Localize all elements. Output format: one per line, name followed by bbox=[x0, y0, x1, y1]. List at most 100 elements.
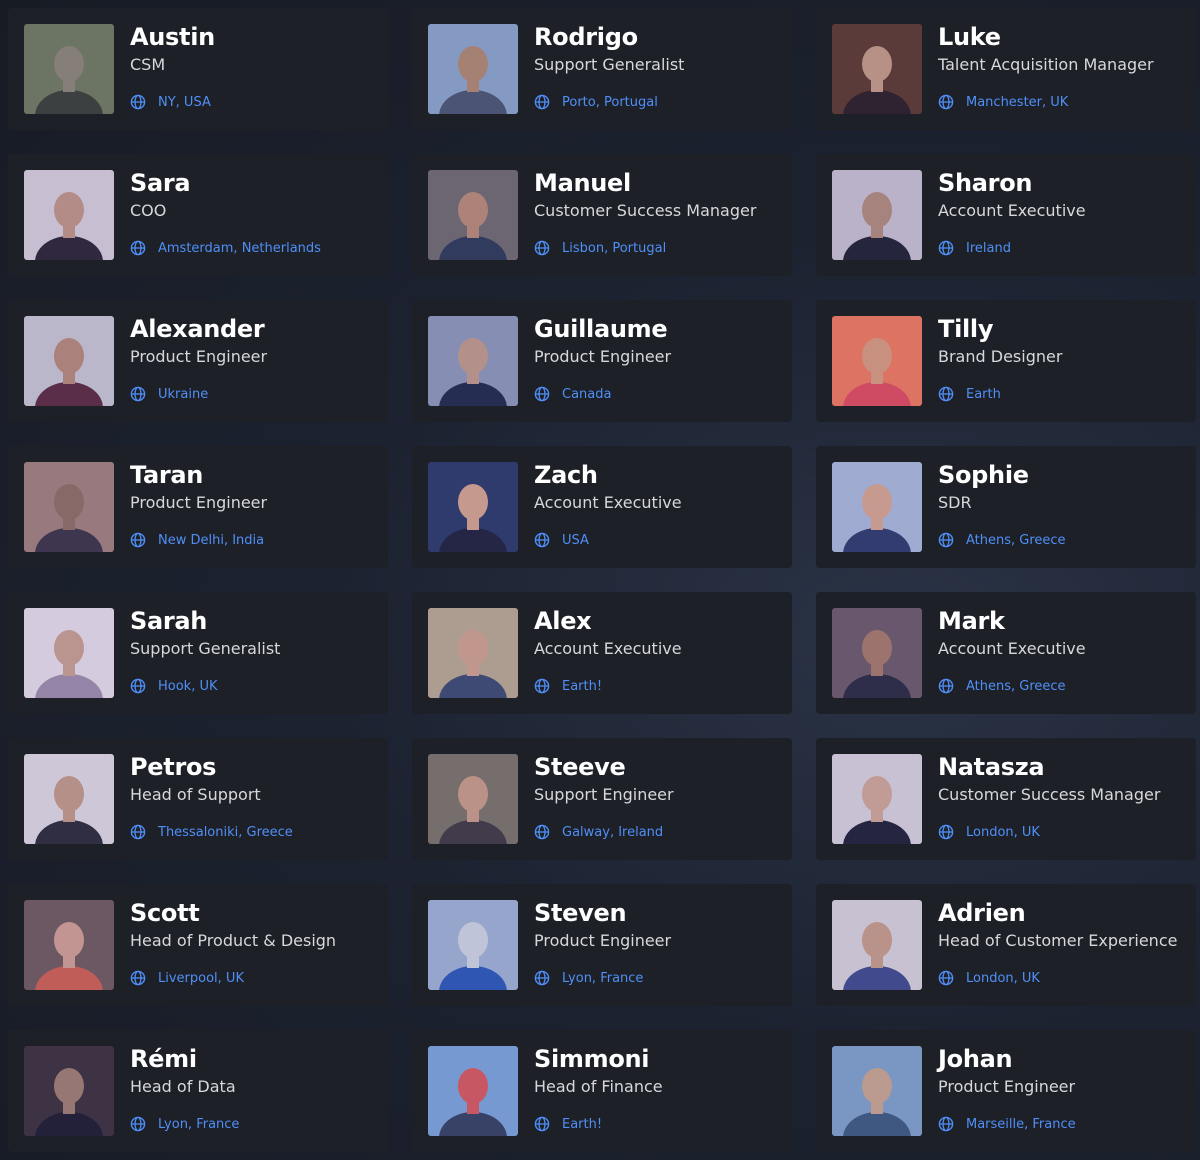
member-location: NY, USA bbox=[130, 94, 211, 110]
member-location-text: Hook, UK bbox=[158, 678, 218, 694]
member-location-text: Liverpool, UK bbox=[158, 970, 244, 986]
member-location: Manchester, UK bbox=[938, 94, 1068, 110]
member-location-text: London, UK bbox=[966, 824, 1040, 840]
member-location: Lyon, France bbox=[534, 970, 643, 986]
team-member-card: Scott Head of Product & Design Liverpool, … bbox=[8, 884, 388, 1006]
member-name: Sara bbox=[130, 169, 191, 197]
team-member-card: Alex Account Executive Earth! bbox=[412, 592, 792, 714]
member-location: Athens, Greece bbox=[938, 532, 1066, 548]
member-location: Lyon, France bbox=[130, 1116, 239, 1132]
member-location-text: Ireland bbox=[966, 240, 1011, 256]
member-role: Account Executive bbox=[534, 493, 682, 512]
member-location: Lisbon, Portugal bbox=[534, 240, 666, 256]
member-photo bbox=[24, 24, 114, 114]
globe-icon bbox=[534, 824, 550, 840]
globe-icon bbox=[534, 1116, 550, 1132]
member-location: Amsterdam, Netherlands bbox=[130, 240, 321, 256]
member-name: Alexander bbox=[130, 315, 265, 343]
member-location: Earth bbox=[938, 386, 1001, 402]
member-role: Head of Support bbox=[130, 785, 261, 804]
member-photo bbox=[24, 170, 114, 260]
globe-icon bbox=[938, 386, 954, 402]
team-member-card: Sara COO Amsterdam, Netherlands bbox=[8, 154, 388, 276]
member-role: Head of Data bbox=[130, 1077, 236, 1096]
member-role: Support Engineer bbox=[534, 785, 674, 804]
globe-icon bbox=[130, 386, 146, 402]
member-location-text: Marseille, France bbox=[966, 1116, 1076, 1132]
globe-icon bbox=[534, 386, 550, 402]
globe-icon bbox=[130, 824, 146, 840]
member-photo bbox=[24, 1046, 114, 1136]
member-location-text: Galway, Ireland bbox=[562, 824, 664, 840]
team-member-card: Rémi Head of Data Lyon, France bbox=[8, 1030, 388, 1152]
member-name: Steeve bbox=[534, 753, 626, 781]
member-photo bbox=[428, 316, 518, 406]
member-role: Product Engineer bbox=[938, 1077, 1076, 1096]
globe-icon bbox=[534, 970, 550, 986]
globe-icon bbox=[130, 970, 146, 986]
globe-icon bbox=[938, 824, 954, 840]
member-photo bbox=[832, 900, 922, 990]
member-location-text: Earth! bbox=[562, 678, 603, 694]
team-member-card: Sophie SDR Athens, Greece bbox=[816, 446, 1196, 568]
member-location: London, UK bbox=[938, 824, 1040, 840]
team-member-card: Steeve Support Engineer Galway, Ireland bbox=[412, 738, 792, 860]
member-photo bbox=[428, 754, 518, 844]
member-role: Account Executive bbox=[938, 639, 1086, 658]
team-member-card: Guillaume Product Engineer Canada bbox=[412, 300, 792, 422]
globe-icon bbox=[938, 532, 954, 548]
member-location-text: NY, USA bbox=[158, 94, 211, 110]
member-role: Product Engineer bbox=[130, 493, 268, 512]
member-name: Taran bbox=[130, 461, 204, 489]
member-location-text: New Delhi, India bbox=[158, 532, 265, 548]
member-name: Alex bbox=[534, 607, 592, 635]
member-location: USA bbox=[534, 532, 589, 548]
member-name: Mark bbox=[938, 607, 1005, 635]
member-location: Canada bbox=[534, 386, 611, 402]
team-member-card: Adrien Head of Customer Experience London,… bbox=[816, 884, 1196, 1006]
member-location-text: Porto, Portugal bbox=[562, 94, 658, 110]
member-photo bbox=[24, 462, 114, 552]
member-role: Head of Product & Design bbox=[130, 931, 337, 950]
member-location-text: Athens, Greece bbox=[966, 532, 1066, 548]
member-name: Guillaume bbox=[534, 315, 668, 343]
member-location: Galway, Ireland bbox=[534, 824, 663, 840]
member-photo bbox=[832, 608, 922, 698]
team-member-card: Taran Product Engineer New Delhi, India bbox=[8, 446, 388, 568]
member-photo bbox=[832, 1046, 922, 1136]
member-role: Customer Success Manager bbox=[534, 201, 757, 220]
member-role: Customer Success Manager bbox=[938, 785, 1161, 804]
member-name: Austin bbox=[130, 23, 215, 51]
member-role: Talent Acquisition Manager bbox=[938, 55, 1154, 74]
member-name: Luke bbox=[938, 23, 1001, 51]
member-location: Earth! bbox=[534, 1116, 602, 1132]
member-photo bbox=[428, 170, 518, 260]
member-location-text: Canada bbox=[562, 386, 612, 402]
member-role: Support Generalist bbox=[130, 639, 281, 658]
team-member-card: Sharon Account Executive Ireland bbox=[816, 154, 1196, 276]
member-photo bbox=[24, 900, 114, 990]
member-role: Product Engineer bbox=[534, 347, 672, 366]
globe-icon bbox=[534, 94, 550, 110]
member-role: CSM bbox=[130, 55, 166, 74]
member-role: Head of Finance bbox=[534, 1077, 663, 1096]
member-location-text: London, UK bbox=[966, 970, 1040, 986]
member-role: Support Generalist bbox=[534, 55, 685, 74]
member-photo bbox=[428, 608, 518, 698]
member-location-text: Ukraine bbox=[158, 386, 209, 402]
member-name: Adrien bbox=[938, 899, 1026, 927]
member-location-text: Lyon, France bbox=[562, 970, 644, 986]
team-grid: Austin CSM NY, USA Rodrigo Support Generalis… bbox=[8, 8, 1196, 1152]
globe-icon bbox=[534, 240, 550, 256]
team-member-card: Rodrigo Support Generalist Porto, Portugal bbox=[412, 8, 792, 130]
member-photo bbox=[428, 24, 518, 114]
member-role: Account Executive bbox=[938, 201, 1086, 220]
member-location: Ireland bbox=[938, 240, 1011, 256]
member-location-text: Athens, Greece bbox=[966, 678, 1066, 694]
team-member-card: Simmoni Head of Finance Earth! bbox=[412, 1030, 792, 1152]
member-location-text: Thessaloniki, Greece bbox=[158, 824, 293, 840]
member-location-text: Earth! bbox=[562, 1116, 603, 1132]
team-member-card: Luke Talent Acquisition Manager Manchester… bbox=[816, 8, 1196, 130]
globe-icon bbox=[534, 532, 550, 548]
member-name: Sharon bbox=[938, 169, 1033, 197]
